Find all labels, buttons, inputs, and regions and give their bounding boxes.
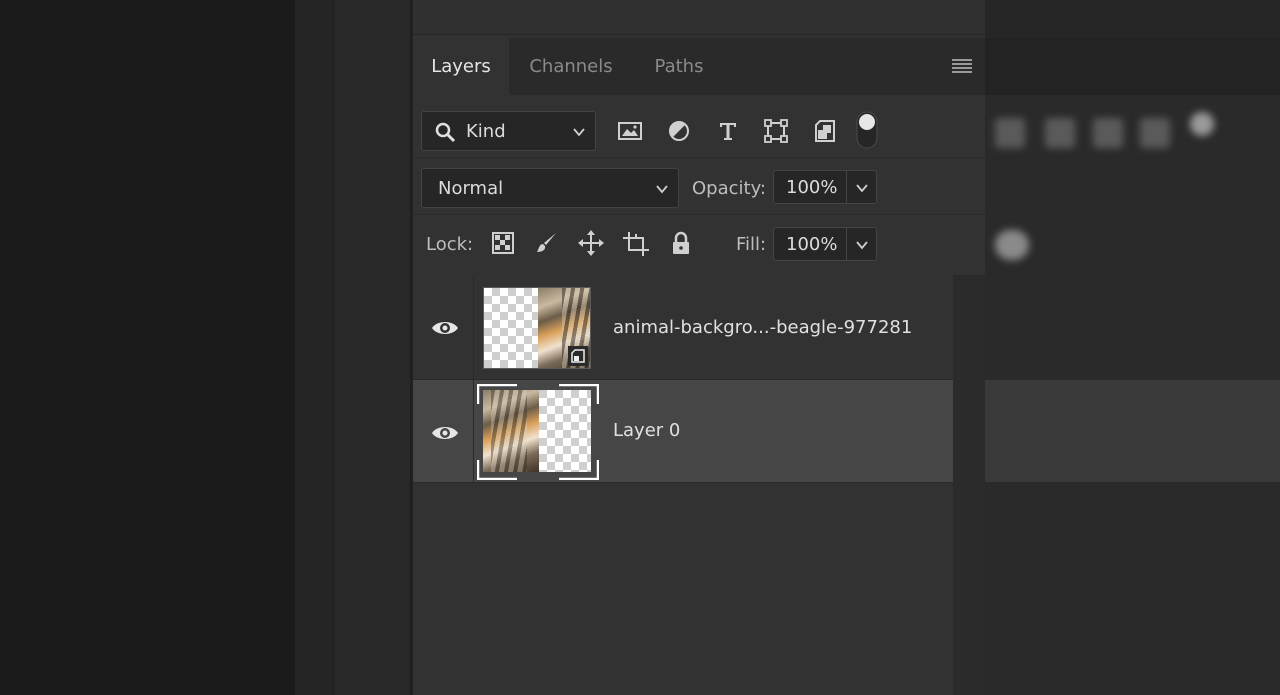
blur-selected-row bbox=[985, 380, 1280, 482]
lock-position-icon[interactable] bbox=[577, 229, 605, 257]
visibility-column bbox=[413, 277, 474, 379]
lock-image-icon[interactable] bbox=[533, 229, 561, 257]
layer-name[interactable]: animal-backgro...-beagle-977281 bbox=[613, 277, 912, 379]
blur-shape bbox=[1045, 118, 1075, 148]
layers-panel: Layers Channels Paths Kind Normal Opacit… bbox=[412, 0, 985, 695]
background-blur-panel bbox=[985, 0, 1280, 695]
type-filter-icon[interactable] bbox=[714, 117, 742, 145]
smart-object-badge-icon bbox=[568, 346, 588, 366]
adjustment-filter-icon[interactable] bbox=[665, 117, 693, 145]
blur-tab-bar bbox=[985, 38, 1280, 95]
opacity-value: 100% bbox=[786, 177, 838, 198]
layers-list: animal-backgro...-beagle-977281 Layer 0 bbox=[413, 275, 953, 695]
layer-row[interactable]: animal-backgro...-beagle-977281 bbox=[413, 277, 953, 380]
opacity-field[interactable]: 100% bbox=[773, 170, 877, 204]
blend-row: Normal Opacity: 100% bbox=[413, 158, 985, 215]
divider bbox=[846, 228, 847, 260]
eye-icon[interactable] bbox=[431, 424, 459, 446]
layer-thumbnail bbox=[483, 287, 591, 369]
chevron-down-icon bbox=[654, 181, 670, 202]
blend-mode-select[interactable]: Normal bbox=[421, 168, 679, 208]
visibility-column bbox=[413, 380, 474, 482]
search-icon bbox=[434, 121, 456, 148]
blur-shape bbox=[1190, 112, 1214, 136]
lock-transparent-icon[interactable] bbox=[489, 229, 517, 257]
tab-paths[interactable]: Paths bbox=[633, 38, 725, 95]
blend-mode-value: Normal bbox=[438, 178, 504, 199]
blur-shape bbox=[995, 230, 1029, 260]
fill-field[interactable]: 100% bbox=[773, 227, 877, 261]
fill-value: 100% bbox=[786, 234, 838, 255]
panel-top-bar bbox=[413, 0, 985, 35]
filter-toggle-icon[interactable] bbox=[855, 111, 879, 149]
smart-object-filter-icon[interactable] bbox=[811, 117, 839, 145]
layer-name[interactable]: Layer 0 bbox=[613, 380, 680, 482]
blur-shape bbox=[995, 118, 1025, 148]
kind-filter-select[interactable]: Kind bbox=[421, 111, 596, 151]
layers-scrollbar[interactable] bbox=[953, 275, 985, 695]
lock-all-icon[interactable] bbox=[667, 229, 695, 257]
blur-top bbox=[985, 0, 1280, 38]
image-filter-icon[interactable] bbox=[616, 117, 644, 145]
lock-label: Lock: bbox=[426, 234, 474, 255]
selection-corners bbox=[477, 384, 599, 480]
tab-layers[interactable]: Layers bbox=[413, 38, 509, 95]
kind-filter-label: Kind bbox=[466, 121, 506, 142]
divider bbox=[846, 171, 847, 203]
panel-tab-bar: Layers Channels Paths bbox=[413, 38, 985, 95]
filter-row: Kind bbox=[413, 95, 985, 158]
fill-label: Fill: bbox=[736, 234, 767, 255]
tab-channels[interactable]: Channels bbox=[509, 38, 633, 95]
canvas-area-left bbox=[0, 0, 295, 695]
opacity-label: Opacity: bbox=[692, 178, 766, 199]
blur-shape bbox=[1140, 118, 1170, 148]
toolbar-strip bbox=[295, 0, 334, 695]
lock-row: Lock: Fill: 100% bbox=[413, 215, 985, 273]
chevron-down-icon[interactable] bbox=[854, 180, 870, 201]
lock-artboard-icon[interactable] bbox=[622, 229, 650, 257]
shape-filter-icon[interactable] bbox=[762, 117, 790, 145]
eye-icon[interactable] bbox=[431, 319, 459, 341]
panel-menu-icon[interactable] bbox=[951, 56, 973, 76]
chevron-down-icon[interactable] bbox=[854, 237, 870, 258]
panel-dock-strip bbox=[334, 0, 412, 695]
chevron-down-icon bbox=[571, 124, 587, 145]
blur-shape bbox=[1093, 118, 1123, 148]
layer-row-selected[interactable]: Layer 0 bbox=[413, 380, 953, 483]
